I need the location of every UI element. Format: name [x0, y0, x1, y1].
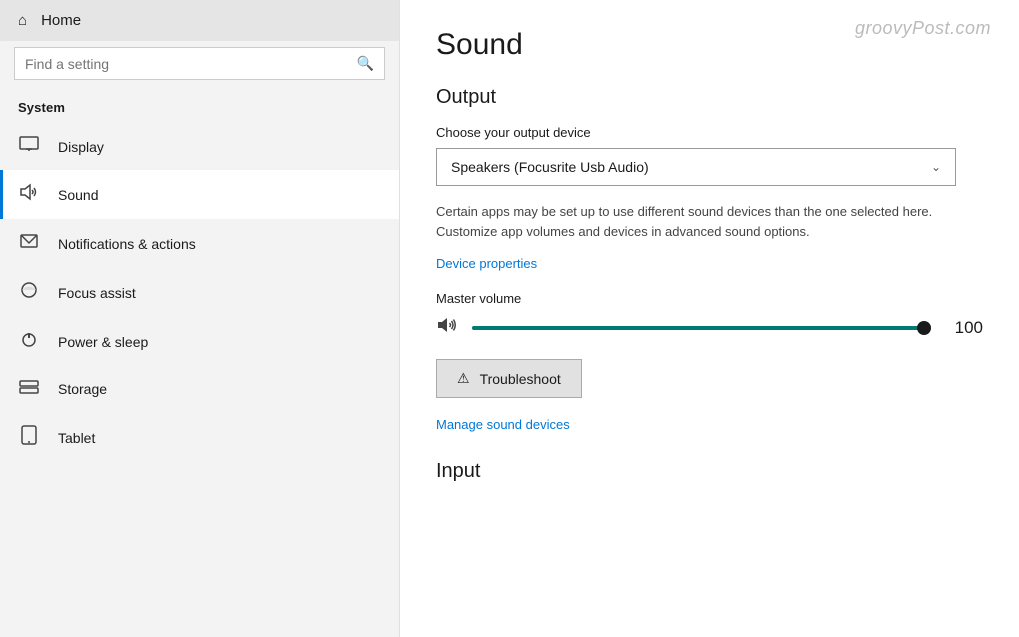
volume-row: 100: [436, 316, 983, 339]
home-label: Home: [41, 12, 81, 29]
master-volume-label: Master volume: [436, 291, 983, 306]
output-description: Certain apps may be set up to use differ…: [436, 202, 983, 241]
selected-device-text: Speakers (Focusrite Usb Audio): [451, 159, 649, 175]
volume-slider[interactable]: [472, 326, 931, 330]
sidebar: Home 🔍 System Display Sound Notification…: [0, 0, 400, 637]
watermark: groovyPost.com: [855, 18, 991, 39]
sidebar-item-power[interactable]: Power & sleep: [0, 317, 399, 366]
search-icon: 🔍: [357, 55, 374, 72]
sidebar-item-tablet[interactable]: Tablet: [0, 412, 399, 463]
troubleshoot-label: Troubleshoot: [480, 371, 561, 387]
volume-value: 100: [945, 318, 983, 338]
home-icon: [18, 12, 27, 29]
manage-sound-devices-link[interactable]: Manage sound devices: [436, 417, 570, 432]
storage-label: Storage: [58, 381, 107, 397]
power-label: Power & sleep: [58, 334, 148, 350]
sidebar-item-sound[interactable]: Sound: [0, 170, 399, 219]
storage-icon: [18, 379, 40, 399]
power-icon: [18, 330, 40, 353]
input-section-title: Input: [436, 460, 983, 483]
display-icon: [18, 136, 40, 157]
main-content: groovyPost.com Sound Output Choose your …: [400, 0, 1019, 637]
output-section-title: Output: [436, 86, 983, 109]
notifications-icon: [18, 232, 40, 255]
sidebar-item-display[interactable]: Display: [0, 123, 399, 170]
focus-icon: [18, 281, 40, 304]
output-device-label: Choose your output device: [436, 125, 983, 140]
focus-label: Focus assist: [58, 285, 136, 301]
sidebar-item-focus[interactable]: Focus assist: [0, 268, 399, 317]
troubleshoot-button[interactable]: ⚠ Troubleshoot: [436, 359, 582, 398]
chevron-down-icon: ⌄: [931, 160, 941, 174]
tablet-icon: [18, 425, 40, 450]
system-section-label: System: [0, 94, 399, 123]
sound-icon: [18, 183, 40, 206]
warning-icon: ⚠: [457, 370, 470, 387]
output-device-select[interactable]: Speakers (Focusrite Usb Audio) ⌄: [436, 148, 956, 186]
search-input[interactable]: [25, 56, 349, 72]
device-properties-link[interactable]: Device properties: [436, 256, 537, 271]
volume-icon: [436, 316, 458, 339]
slider-thumb: [917, 321, 931, 335]
display-label: Display: [58, 139, 104, 155]
sidebar-item-storage[interactable]: Storage: [0, 366, 399, 412]
slider-fill: [472, 326, 931, 330]
sidebar-item-home[interactable]: Home: [0, 0, 399, 41]
notifications-label: Notifications & actions: [58, 236, 196, 252]
sound-label: Sound: [58, 187, 98, 203]
sidebar-item-notifications[interactable]: Notifications & actions: [0, 219, 399, 268]
search-box[interactable]: 🔍: [14, 47, 385, 80]
tablet-label: Tablet: [58, 430, 95, 446]
